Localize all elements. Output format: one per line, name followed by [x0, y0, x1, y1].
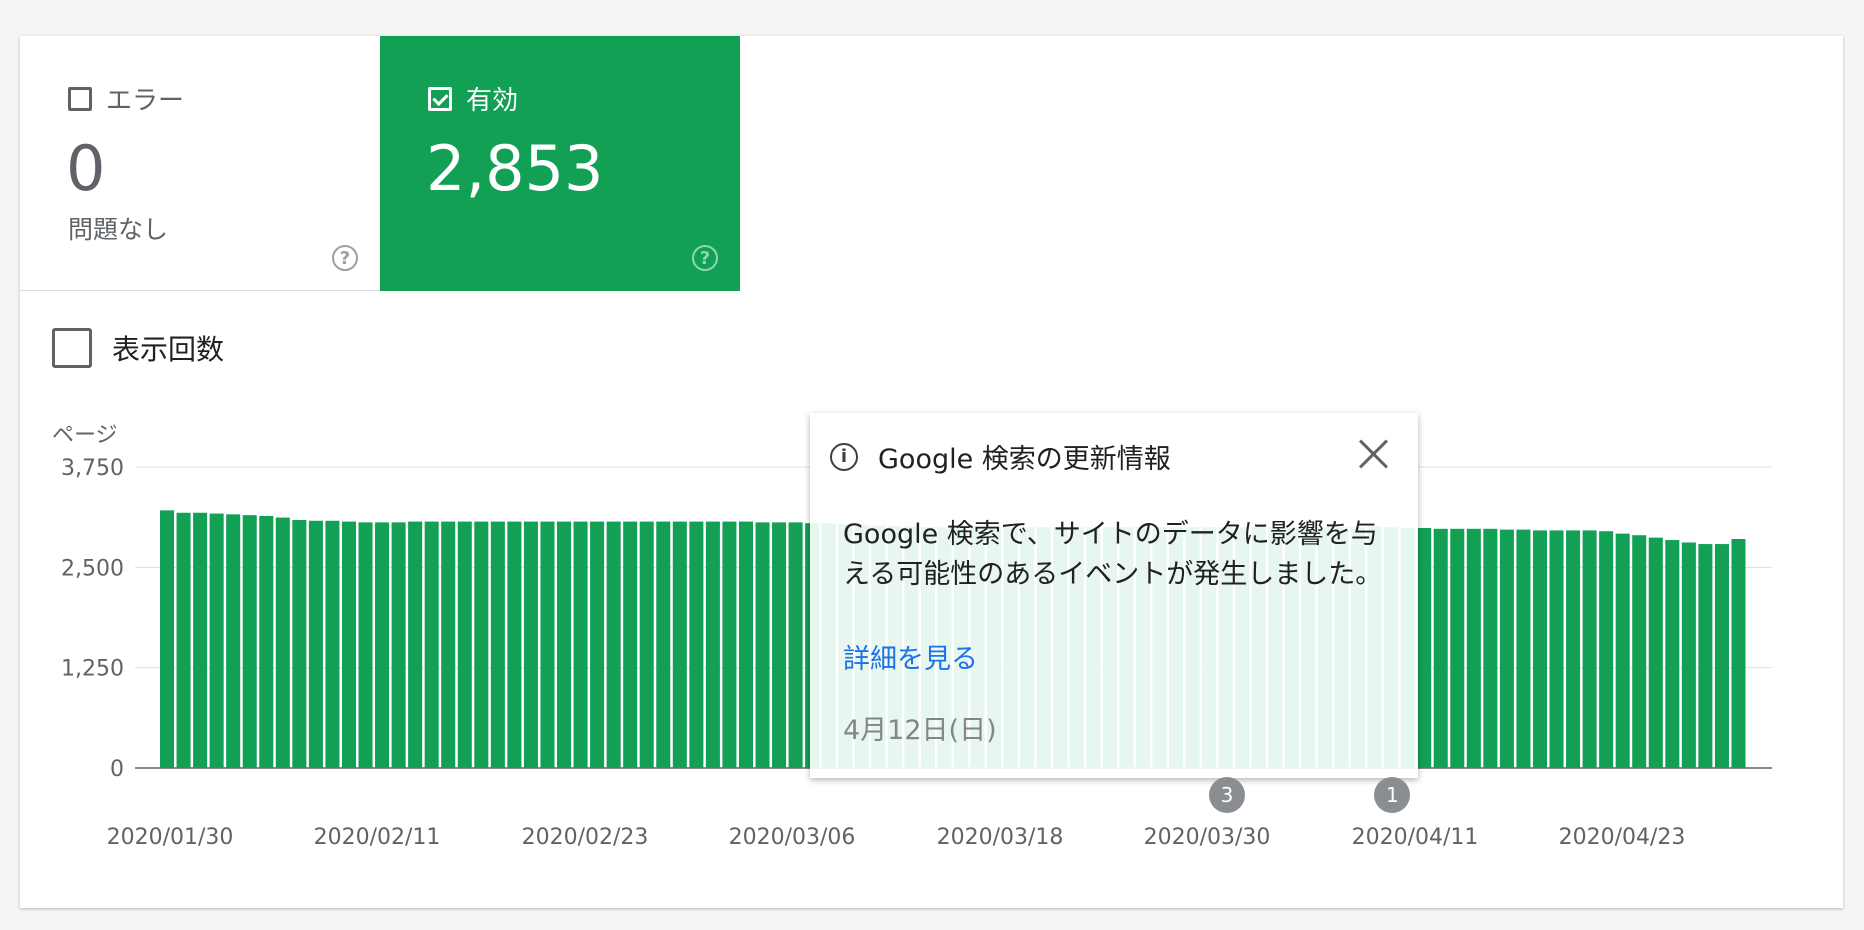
bar: [341, 521, 356, 768]
popup-title: Google 検索の更新情報: [878, 444, 1171, 475]
bar: [1516, 529, 1531, 768]
bar: [1698, 544, 1713, 768]
bar: [1566, 530, 1581, 768]
bar: [1599, 531, 1614, 768]
bar: [1582, 530, 1597, 768]
bar: [1483, 528, 1498, 768]
bar: [1466, 528, 1481, 768]
bar: [1632, 535, 1647, 768]
bar: [1615, 533, 1630, 768]
popup-body: Google 検索で、サイトのデータに影響を与える可能性のあるイベントが発生しま…: [843, 519, 1383, 590]
bar: [540, 521, 555, 768]
bar: [623, 521, 638, 768]
bar: [656, 521, 671, 768]
bar: [557, 521, 572, 768]
bar: [1417, 528, 1432, 768]
bar: [358, 522, 373, 768]
bar: [160, 510, 175, 768]
bar: [193, 512, 208, 768]
bar: [424, 521, 439, 768]
y-axis-label: ページ: [52, 423, 118, 448]
bar: [209, 513, 224, 768]
bar: [1714, 544, 1729, 768]
y-tick-label: 3,750: [61, 456, 124, 481]
bar: [772, 522, 787, 768]
bar: [226, 514, 241, 768]
bar: [788, 522, 803, 768]
x-tick-label: 2020/01/30: [107, 825, 234, 850]
y-tick-label: 0: [110, 757, 124, 782]
bar: [1532, 530, 1547, 768]
bar: [1648, 537, 1663, 768]
x-tick-label: 2020/04/23: [1559, 825, 1686, 850]
y-tick-label: 1,250: [61, 657, 124, 682]
bar: [441, 521, 456, 768]
bar: [457, 521, 472, 768]
close-icon[interactable]: [1356, 437, 1390, 471]
bar: [259, 515, 274, 768]
bar: [1433, 528, 1448, 768]
bar: [292, 519, 307, 768]
info-icon: i: [830, 442, 858, 471]
bar: [242, 515, 257, 768]
bar: [391, 522, 406, 768]
x-tick-label: 2020/04/11: [1352, 825, 1479, 850]
x-tick-label: 2020/03/30: [1144, 825, 1271, 850]
coverage-card: エラー 0 問題なし ? 有効 2,853 ? 表示回数 ページ 3,750 2,5…: [20, 36, 1843, 908]
bar: [375, 522, 390, 768]
bar: [474, 521, 489, 768]
bar: [308, 520, 323, 768]
y-tick-label: 2,500: [61, 556, 124, 581]
bar: [490, 521, 505, 768]
bar: [1499, 529, 1514, 768]
x-tick-label: 2020/03/06: [729, 825, 856, 850]
bar: [705, 521, 720, 768]
x-tick-label: 2020/02/11: [314, 825, 441, 850]
bar: [573, 521, 588, 768]
bar: [325, 520, 340, 768]
bar: [738, 521, 753, 768]
annotation-marker[interactable]: 3: [1208, 777, 1245, 813]
bar: [1681, 542, 1696, 768]
bar: [275, 517, 290, 768]
bar: [1665, 540, 1680, 768]
bar: [639, 521, 654, 768]
bar: [1731, 538, 1746, 768]
bar: [523, 521, 538, 768]
bar: [408, 521, 423, 768]
bar: [672, 521, 687, 768]
update-popup: i Google 検索の更新情報 Google 検索で、サイトのデータに影響を与…: [810, 413, 1418, 778]
bar: [590, 521, 605, 768]
details-link[interactable]: 詳細を見る: [843, 637, 978, 676]
bar: [507, 521, 522, 768]
bar: [606, 521, 621, 768]
bar: [1549, 530, 1564, 768]
bar: [755, 522, 770, 768]
x-tick-label: 2020/02/23: [522, 825, 649, 850]
bar: [176, 512, 191, 768]
bar: [1450, 528, 1465, 768]
bar: [722, 521, 737, 768]
popup-date: 4月12日(日): [843, 715, 997, 746]
bar: [689, 521, 704, 768]
x-tick-label: 2020/03/18: [937, 825, 1064, 850]
popup-header: i Google 検索の更新情報: [830, 437, 1171, 476]
